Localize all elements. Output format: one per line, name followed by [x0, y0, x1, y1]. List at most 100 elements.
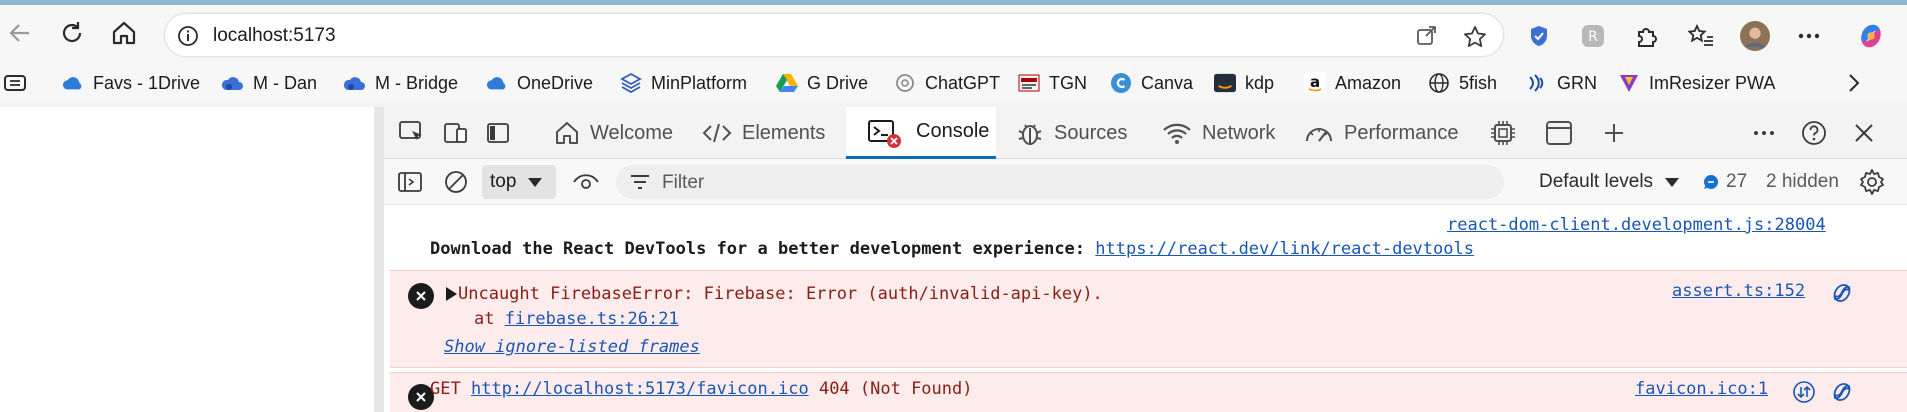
log-levels-dropdown[interactable]: Default levels — [1539, 165, 1681, 199]
bookmark-m-dan[interactable]: M - Dan — [222, 69, 317, 97]
bookmark-amazon[interactable]: a Amazon — [1304, 69, 1401, 97]
toggle-sidebar-button[interactable] — [482, 117, 514, 149]
issues-count: 27 — [1726, 171, 1748, 192]
stack-at: at — [474, 309, 505, 329]
copilot-icon[interactable] — [1856, 21, 1886, 51]
bookmark-chatgpt[interactable]: ChatGPT — [894, 69, 1000, 97]
bookmark-label: TGN — [1049, 72, 1087, 93]
live-expression-button[interactable] — [570, 166, 602, 198]
tab-performance[interactable]: Performance — [1304, 107, 1476, 159]
sidebar-icon — [487, 123, 509, 143]
svg-text:R: R — [1588, 29, 1598, 45]
home-icon — [112, 21, 136, 45]
info-text: Download the React DevTools for a better… — [430, 239, 1096, 259]
tab-console[interactable]: Console — [846, 107, 996, 159]
console-filter-input[interactable]: Filter — [616, 165, 1504, 199]
favorite-star-icon[interactable] — [1463, 25, 1487, 54]
console-settings-button[interactable] — [1856, 166, 1888, 198]
react-devtools-link[interactable]: https://react.dev/link/react-devtools — [1095, 239, 1474, 259]
gauge-icon — [1306, 128, 1332, 142]
tab-elements[interactable]: Elements — [702, 107, 842, 159]
site-info-icon[interactable] — [177, 25, 199, 52]
cloud-app-icon — [344, 72, 366, 94]
close-devtools-button[interactable] — [1848, 117, 1880, 149]
error-source-link[interactable]: favicon.ico:1 — [1635, 379, 1768, 399]
tab-welcome[interactable]: Welcome — [550, 107, 678, 159]
info-source-link[interactable]: react-dom-client.development.js:28004 — [1447, 215, 1826, 235]
code-icon — [702, 123, 732, 143]
home-button[interactable] — [106, 15, 142, 51]
help-button[interactable] — [1798, 117, 1830, 149]
bookmark-kdp[interactable]: kdp — [1214, 69, 1274, 97]
console-sidebar-button[interactable] — [394, 166, 426, 198]
expand-triangle-icon[interactable] — [444, 286, 458, 302]
bookmark-minplatform[interactable]: MinPlatform — [620, 69, 747, 97]
bookmark-label: M - Bridge — [375, 72, 459, 93]
response-status: 404 (Not Found) — [808, 379, 973, 399]
device-emulation-button[interactable] — [440, 117, 472, 149]
tab-label: Console — [916, 120, 990, 142]
bookmark-favs-1drive[interactable]: Favs - 1Drive — [62, 69, 200, 97]
tab-network[interactable]: Network — [1162, 107, 1308, 159]
more-tools-button[interactable] — [1598, 117, 1630, 149]
imresizer-icon — [1618, 72, 1640, 94]
stack-frame-link[interactable]: firebase.ts:26:21 — [505, 309, 679, 329]
chevron-right-icon — [1849, 74, 1860, 92]
bookmark-canva[interactable]: Canva — [1110, 69, 1193, 97]
bookmarks-menu-button[interactable] — [4, 69, 26, 97]
show-ignore-listed-frames-link[interactable]: Show ignore-listed frames — [444, 337, 700, 357]
message-bubble-icon — [1704, 174, 1719, 189]
inspect-icon — [399, 121, 422, 140]
back-button[interactable] — [2, 15, 38, 51]
bookmark-5fish[interactable]: 5fish — [1428, 69, 1497, 97]
copilot-explain-icon[interactable] — [1830, 281, 1854, 305]
refresh-button[interactable] — [54, 15, 90, 51]
extensions-puzzle-icon[interactable] — [1632, 21, 1662, 51]
network-request-icon[interactable] — [1792, 380, 1816, 404]
address-bar[interactable]: localhost:5173 — [164, 13, 1504, 57]
devtools-panel: Welcome Elements Console Sources Network… — [384, 107, 1907, 412]
r-extension-icon[interactable]: R — [1578, 21, 1608, 51]
open-in-app-icon[interactable] — [1415, 25, 1437, 52]
inspect-element-button[interactable] — [396, 117, 428, 149]
more-menu-icon[interactable] — [1794, 21, 1824, 51]
favorites-list-icon[interactable] — [1686, 21, 1716, 51]
profile-avatar[interactable] — [1740, 21, 1770, 51]
bookmark-tgn[interactable]: TGN — [1018, 69, 1087, 97]
tab-label: Elements — [742, 121, 826, 144]
bookmark-label: MinPlatform — [651, 72, 748, 93]
bookmark-label: ImResizer PWA — [1649, 72, 1776, 93]
issues-counter[interactable]: 27 — [1702, 165, 1747, 199]
bookmark-label: OneDrive — [517, 72, 594, 93]
more-menu-icon — [1754, 131, 1774, 135]
bug-icon — [1018, 124, 1042, 145]
context-selector[interactable]: top — [482, 165, 556, 199]
tab-sources[interactable]: Sources — [1016, 107, 1146, 159]
application-tab-button[interactable] — [1543, 117, 1575, 149]
bookmarks-overflow-button[interactable] — [1846, 69, 1862, 97]
console-icon — [868, 119, 906, 148]
bookmark-onedrive[interactable]: OneDrive — [486, 69, 593, 97]
onedrive-cloud-icon — [62, 72, 84, 94]
bookmark-grn[interactable]: GRN — [1526, 69, 1597, 97]
clear-console-button[interactable] — [440, 166, 472, 198]
copilot-explain-icon[interactable] — [1830, 380, 1854, 404]
bookmark-g-drive[interactable]: G Drive — [776, 69, 868, 97]
tab-label: Welcome — [590, 121, 673, 144]
devtools-more-button[interactable] — [1748, 117, 1780, 149]
bookmark-m-bridge[interactable]: M - Bridge — [344, 69, 458, 97]
url-text[interactable]: localhost:5173 — [213, 25, 336, 47]
request-url-link[interactable]: http://localhost:5173/favicon.ico — [471, 379, 809, 399]
svg-text:a: a — [1310, 73, 1320, 91]
shield-extension-icon[interactable] — [1524, 21, 1554, 51]
error-source-link[interactable]: assert.ts:152 — [1672, 281, 1805, 301]
show-sidebar-icon — [398, 172, 422, 192]
bookmark-label: 5fish — [1459, 72, 1498, 93]
page-viewport[interactable] — [0, 107, 374, 412]
bookmark-label: Canva — [1141, 72, 1194, 93]
google-drive-icon — [776, 72, 798, 94]
memory-tab-button[interactable] — [1487, 117, 1519, 149]
devtools-resize-handle[interactable] — [374, 107, 384, 412]
bookmark-imresizer-pwa[interactable]: ImResizer PWA — [1618, 69, 1775, 97]
layers-icon — [620, 72, 642, 94]
